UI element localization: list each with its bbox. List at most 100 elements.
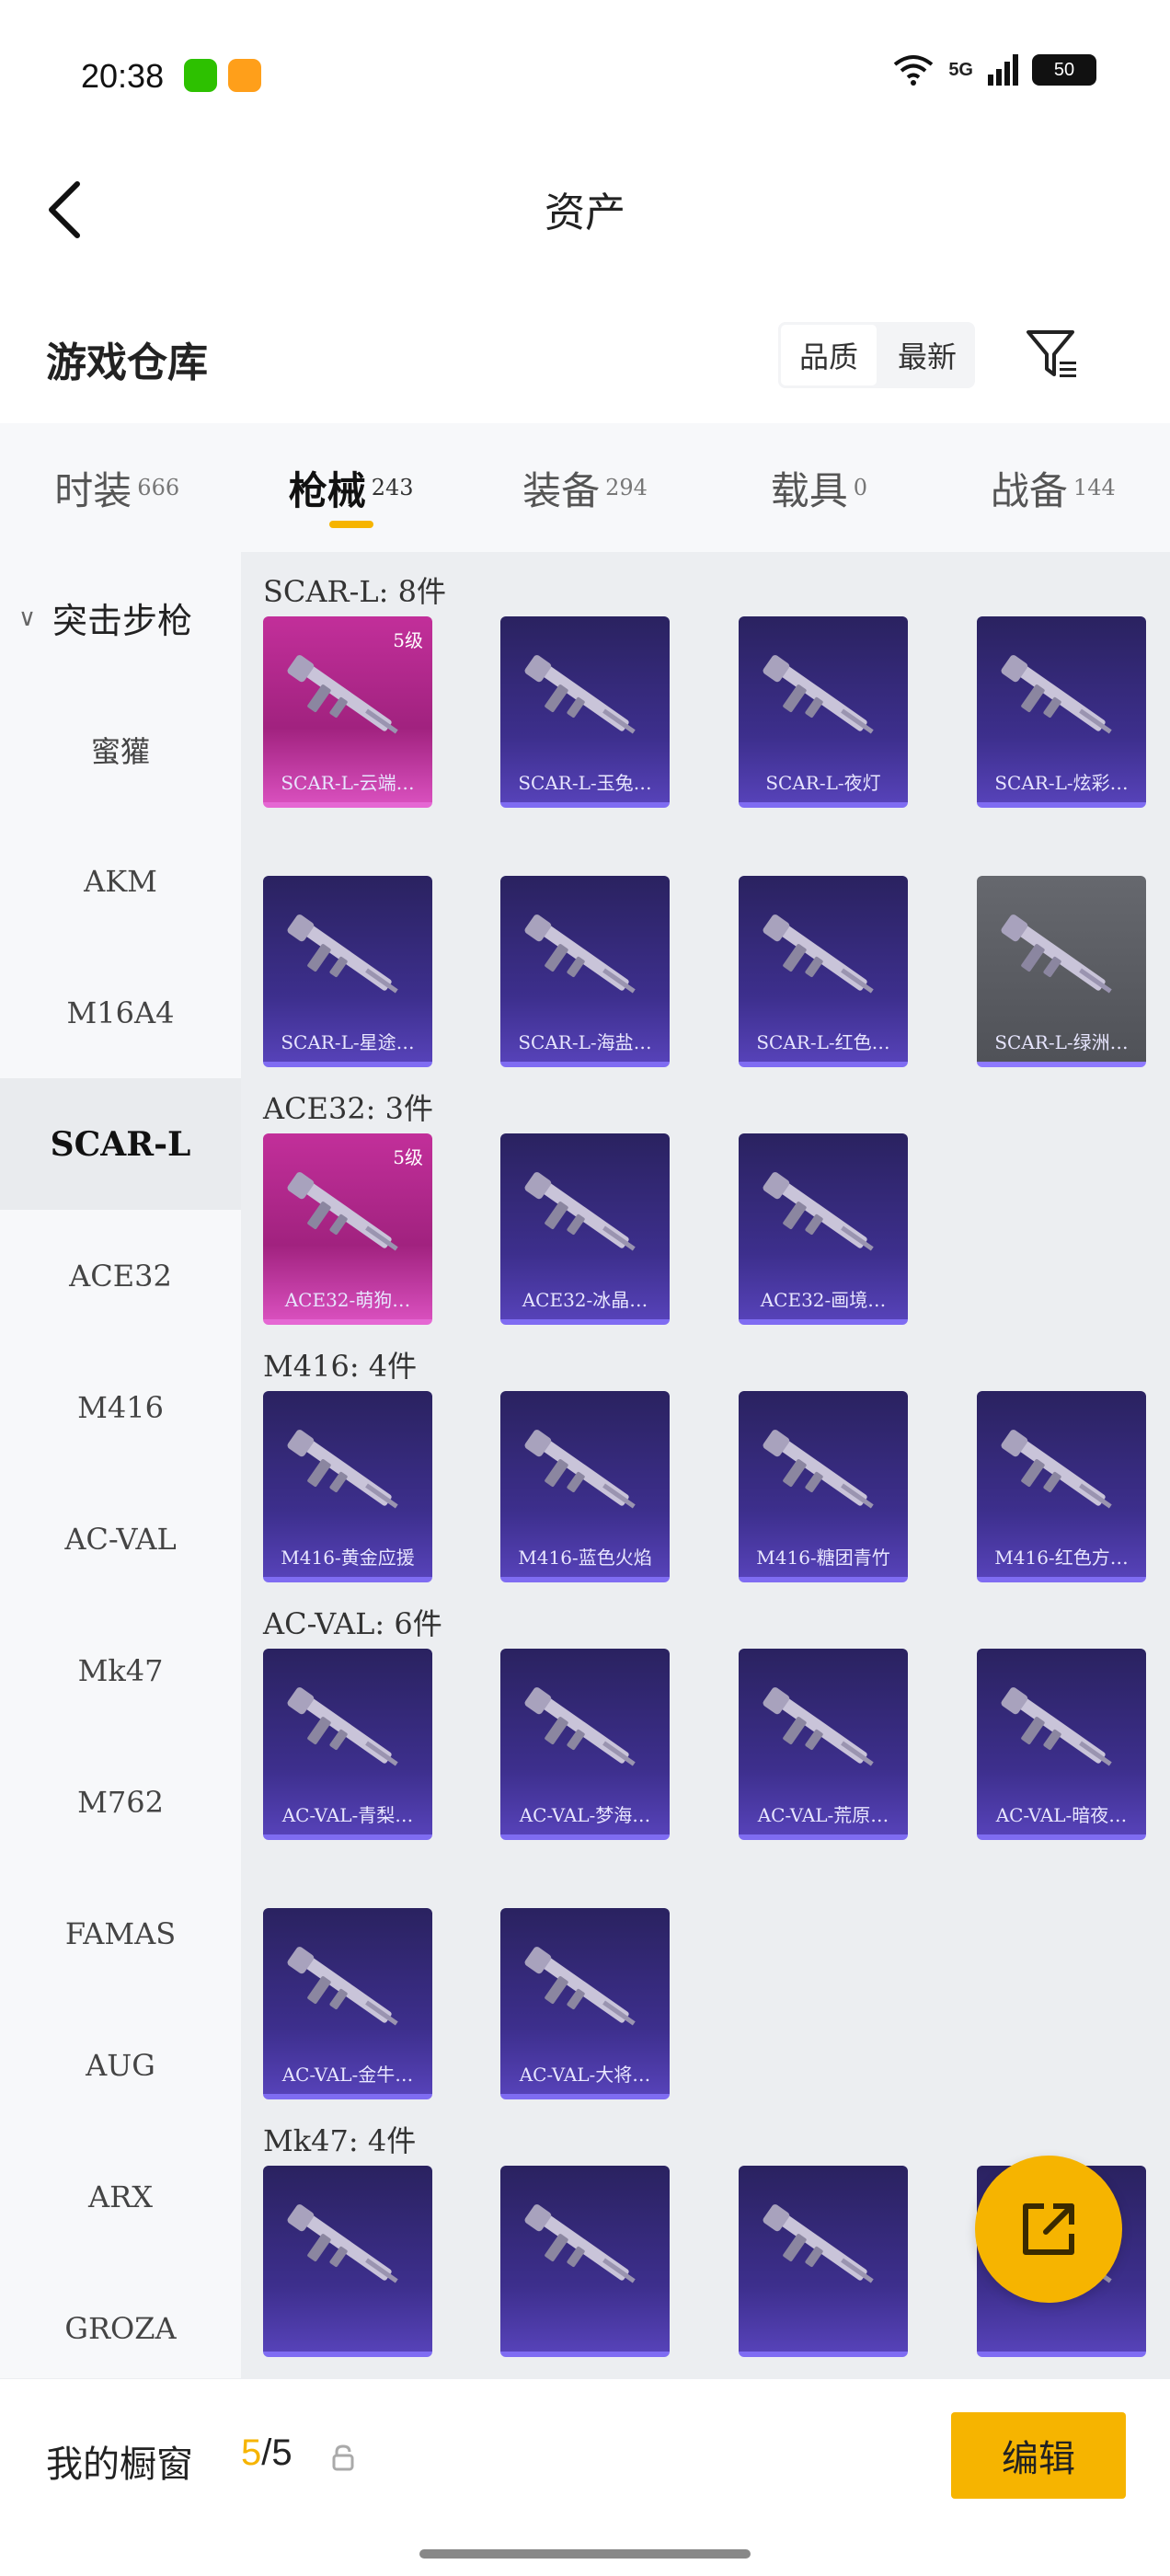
status-time: 20:38 [81,57,165,95]
signal-icon [988,54,1018,86]
weapon-skin-card[interactable]: ACE32-画境… [739,1133,908,1325]
sidebar-item-m16a4[interactable]: M16A4 [0,947,241,1078]
weapon-skin-name: ACE32-萌狗… [284,1289,411,1311]
video-app-notification-icon [228,59,261,92]
tab-fashion[interactable]: 时装 666 [0,423,234,552]
share-button[interactable] [975,2156,1122,2303]
weapon-skin-card[interactable]: M416-糖团青竹 [739,1391,908,1582]
sidebar-item-m762[interactable]: M762 [0,1736,241,1868]
weapon-skin-card[interactable]: SCAR-L-炫彩… [977,616,1146,808]
tab-label: 战备 [990,467,1068,513]
rifle-icon [524,1172,636,1251]
rifle-icon [763,914,874,994]
tab-label: 枪械 [288,467,366,513]
network-label: 5G [948,59,973,80]
tab-label: 时装 [54,467,132,513]
rifle-icon [1001,1430,1112,1509]
section-title: Mk47: 4件 [263,2123,417,2158]
rifle-icon [287,2204,398,2283]
sidebar-item-m416[interactable]: M416 [0,1341,241,1473]
weapon-skin-card[interactable]: SCAR-L-海盐… [500,876,670,1067]
weapon-skin-card[interactable]: 5级 ACE32-萌狗… [263,1133,432,1325]
rifle-icon [1001,655,1112,734]
edit-button[interactable]: 编辑 [951,2412,1126,2499]
tab-vehicles[interactable]: 载具 0 [702,423,935,552]
weapon-skin-name: SCAR-L-海盐… [518,1031,652,1053]
rifle-icon [287,655,398,734]
sidebar-item-famas[interactable]: FAMAS [0,1868,241,1999]
sort-option-quality[interactable]: 品质 [778,322,879,388]
tab-equipment[interactable]: 装备 294 [468,423,702,552]
sidebar-item-ac-val[interactable]: AC-VAL [0,1473,241,1604]
tab-supplies[interactable]: 战备 144 [936,423,1170,552]
tab-count: 243 [371,475,414,500]
weapon-skin-card[interactable] [500,2166,670,2357]
weapon-skin-name: SCAR-L-夜灯 [765,772,881,794]
weapon-sidebar: ∨ 突击步枪 蜜獾 AKM M16A4 SCAR-L ACE32 M416 AC… [0,552,241,2378]
tab-count: 0 [853,475,868,500]
weapon-skin-name: AC-VAL-大将… [519,2064,651,2086]
weapon-skin-card[interactable]: M416-红色方… [977,1391,1146,1582]
rifle-icon [1001,1687,1112,1766]
weapon-skin-name: SCAR-L-云端… [281,772,415,794]
warehouse-title: 游戏仓库 [46,339,208,386]
lock-icon [332,2444,354,2471]
sidebar-item-scar-l[interactable]: SCAR-L [0,1078,241,1210]
weapon-skin-name: AC-VAL-暗夜… [995,1804,1128,1826]
weapon-skin-card[interactable] [263,2166,432,2357]
home-indicator [419,2549,751,2559]
weapon-skin-card[interactable]: SCAR-L-夜灯 [739,616,908,808]
sidebar-item-arx[interactable]: ARX [0,2131,241,2262]
sidebar-item-ace32[interactable]: ACE32 [0,1210,241,1341]
weapon-skin-card[interactable] [739,2166,908,2357]
status-bar: 20:38 5G 50 [0,0,1170,152]
rifle-icon [524,655,636,734]
weapon-skin-card[interactable]: AC-VAL-青梨… [263,1649,432,1840]
rifle-icon [287,1430,398,1509]
weapon-skin-card[interactable]: AC-VAL-金牛… [263,1908,432,2099]
weapon-skin-card[interactable]: SCAR-L-星途… [263,876,432,1067]
rifle-icon [524,1947,636,2026]
weapon-skin-card[interactable]: AC-VAL-大将… [500,1908,670,2099]
tab-label: 载具 [770,467,848,513]
tab-label: 装备 [522,467,601,513]
weapon-skin-name: SCAR-L-绿洲… [994,1031,1129,1053]
tab-active-indicator [328,521,373,528]
weapon-skin-name: M416-黄金应援 [281,1547,415,1569]
section-title: ACE32: 3件 [263,1091,433,1126]
sidebar-group-assault-rifles[interactable]: ∨ 突击步枪 [0,552,241,684]
filter-button[interactable] [1021,322,1084,386]
weapon-skin-card[interactable]: SCAR-L-绿洲… [977,876,1146,1067]
weapon-skin-card[interactable]: AC-VAL-暗夜… [977,1649,1146,1840]
sort-option-latest[interactable]: 最新 [879,322,975,388]
weapon-skin-card[interactable]: AC-VAL-荒原… [739,1649,908,1840]
header: 资产 [0,152,1170,267]
rifle-icon [287,1687,398,1766]
wifi-icon [894,55,934,86]
sidebar-item-honey-badger[interactable]: 蜜獾 [0,684,241,815]
item-grid: SCAR-L: 8件 5级 SCAR-L-云端… SCAR-L-玉兔… SCAR-L-夜… [241,552,1170,2378]
weapon-skin-card[interactable]: ACE32-冰晶… [500,1133,670,1325]
weapon-skin-card[interactable]: SCAR-L-红色… [739,876,908,1067]
sidebar-item-akm[interactable]: AKM [0,815,241,947]
sidebar-item-groza[interactable]: GROZA [0,2262,241,2378]
tab-guns[interactable]: 枪械 243 [234,423,467,552]
weapon-skin-card[interactable]: 5级 SCAR-L-云端… [263,616,432,808]
weapon-skin-card[interactable]: AC-VAL-梦海… [500,1649,670,1840]
rifle-icon [763,1687,874,1766]
weapon-skin-name: SCAR-L-星途… [281,1031,415,1053]
weapon-skin-name: SCAR-L-炫彩… [994,772,1129,794]
status-icons: 5G 50 [891,53,1096,86]
section-title: M416: 4件 [263,1349,418,1384]
weapon-skin-card[interactable]: SCAR-L-玉兔… [500,616,670,808]
weapon-skin-card[interactable]: M416-蓝色火焰 [500,1391,670,1582]
weapon-skin-card[interactable]: M416-黄金应援 [263,1391,432,1582]
external-link-icon [1023,2203,1074,2255]
rifle-icon [763,1430,874,1509]
weapon-skin-name: ACE32-画境… [760,1289,887,1311]
section-title: AC-VAL: 6件 [263,1606,442,1641]
showcase-count-total: /5 [261,2432,292,2473]
sidebar-item-aug[interactable]: AUG [0,1999,241,2131]
rifle-icon [287,914,398,994]
sidebar-item-mk47[interactable]: Mk47 [0,1604,241,1736]
